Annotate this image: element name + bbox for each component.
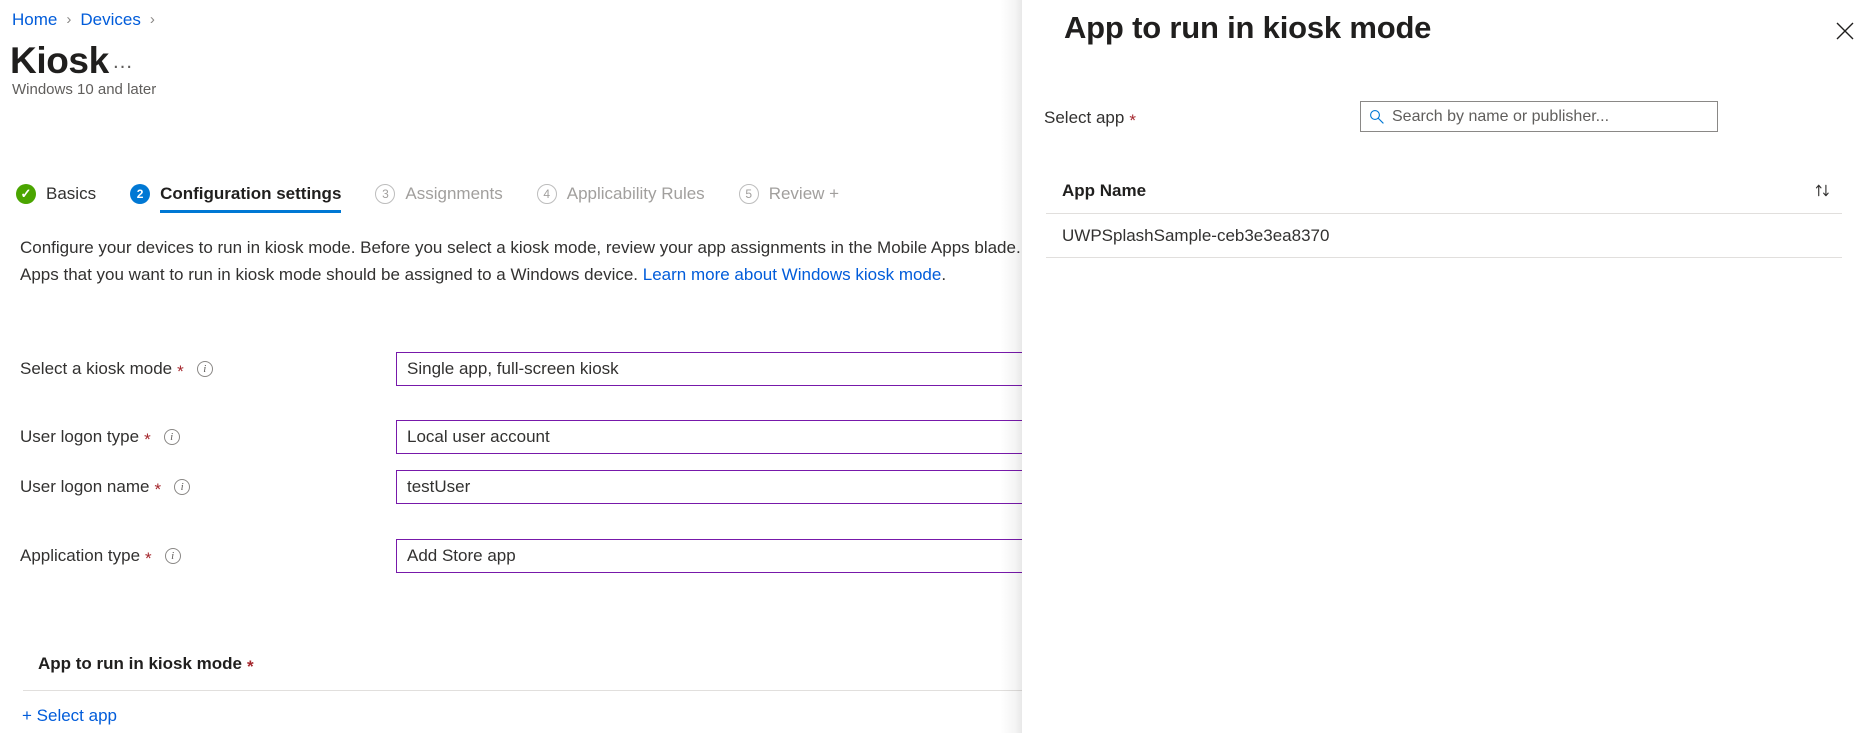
panel-select-app-label: Select app * xyxy=(1044,106,1136,130)
field-label-user-logon-name: User logon name * i xyxy=(20,470,190,504)
tab-assignments[interactable]: 3 Assignments xyxy=(375,175,502,213)
breadcrumb-item-home[interactable]: Home xyxy=(12,8,57,32)
tab-assignments-label: Assignments xyxy=(405,183,502,205)
panel-title: App to run in kiosk mode xyxy=(1064,8,1431,48)
panel-select-app-label-text: Select app xyxy=(1044,106,1124,130)
step-number-badge: 4 xyxy=(537,184,557,204)
search-input[interactable] xyxy=(1392,106,1709,128)
table-header-row: App Name xyxy=(1046,168,1842,214)
dropdown-kiosk-mode[interactable]: Single app, full-screen kiosk xyxy=(396,352,1096,386)
step-complete-icon: ✓ xyxy=(16,184,36,204)
sort-arrows-icon[interactable] xyxy=(1807,176,1837,206)
tab-configuration-settings-label: Configuration settings xyxy=(160,183,341,205)
info-icon[interactable]: i xyxy=(165,548,181,564)
search-box[interactable] xyxy=(1360,101,1718,132)
info-icon[interactable]: i xyxy=(197,361,213,377)
breadcrumb-separator-icon: › xyxy=(150,8,155,32)
app-section-header-text: App to run in kiosk mode xyxy=(38,652,242,676)
cell-app-name: UWPSplashSample-ceb3e3ea8370 xyxy=(1062,225,1329,247)
step-number-badge: 2 xyxy=(130,184,150,204)
tab-configuration-settings[interactable]: 2 Configuration settings xyxy=(130,175,341,213)
field-label-kiosk-mode: Select a kiosk mode * i xyxy=(20,352,213,386)
field-label-user-logon-type: User logon type * i xyxy=(20,420,180,454)
select-app-panel: App to run in kiosk mode Select app * Ap… xyxy=(1022,0,1866,733)
more-options-button[interactable]: … xyxy=(112,50,135,74)
app-list-table: App Name UWPSplashSample-ceb3e3ea8370 xyxy=(1046,168,1842,258)
breadcrumb-separator-icon: › xyxy=(66,8,71,32)
field-label-text: Select a kiosk mode xyxy=(20,357,172,381)
field-label-application-type: Application type * i xyxy=(20,539,181,573)
field-label-text: User logon name xyxy=(20,475,149,499)
required-marker: * xyxy=(1129,112,1136,129)
dropdown-application-type-value: Add Store app xyxy=(407,546,516,566)
dropdown-kiosk-mode-value: Single app, full-screen kiosk xyxy=(407,359,619,379)
breadcrumb: Home › Devices › xyxy=(12,8,164,32)
tab-review-create[interactable]: 5 Review + xyxy=(739,175,839,213)
dropdown-user-logon-type-value: Local user account xyxy=(407,427,550,447)
tab-basics-label: Basics xyxy=(46,183,96,205)
tab-applicability-rules[interactable]: 4 Applicability Rules xyxy=(537,175,705,213)
info-icon[interactable]: i xyxy=(164,429,180,445)
active-tab-underline xyxy=(160,210,341,213)
field-label-text: User logon type xyxy=(20,425,139,449)
column-header-app-name[interactable]: App Name xyxy=(1062,180,1146,202)
page-title: Kiosk xyxy=(10,38,109,84)
field-label-text: Application type xyxy=(20,544,140,568)
search-icon xyxy=(1369,109,1384,124)
learn-more-link[interactable]: Learn more about Windows kiosk mode xyxy=(643,265,942,284)
input-user-logon-name[interactable]: testUser xyxy=(396,470,1096,504)
required-marker: * xyxy=(144,431,151,448)
required-marker: * xyxy=(247,658,254,675)
tab-applicability-rules-label: Applicability Rules xyxy=(567,183,705,205)
dropdown-user-logon-type[interactable]: Local user account xyxy=(396,420,1096,454)
required-marker: * xyxy=(177,363,184,380)
dropdown-application-type[interactable]: Add Store app xyxy=(396,539,1096,573)
description-text-end: . xyxy=(941,265,946,284)
table-row[interactable]: UWPSplashSample-ceb3e3ea8370 xyxy=(1046,214,1842,258)
divider xyxy=(23,690,1033,691)
required-marker: * xyxy=(145,550,152,567)
input-user-logon-name-value: testUser xyxy=(407,477,470,497)
page-subtitle: Windows 10 and later xyxy=(12,80,156,100)
app-section-header: App to run in kiosk mode * xyxy=(38,652,254,676)
step-number-badge: 5 xyxy=(739,184,759,204)
wizard-step-tabs: ✓ Basics 2 Configuration settings 3 Assi… xyxy=(16,175,873,217)
step-number-badge: 3 xyxy=(375,184,395,204)
breadcrumb-item-devices[interactable]: Devices xyxy=(80,8,140,32)
tab-basics[interactable]: ✓ Basics xyxy=(16,175,96,213)
close-icon[interactable] xyxy=(1828,14,1862,48)
info-icon[interactable]: i xyxy=(174,479,190,495)
page-description: Configure your devices to run in kiosk m… xyxy=(20,234,1030,288)
select-app-link[interactable]: + Select app xyxy=(22,704,117,728)
required-marker: * xyxy=(154,481,161,498)
tab-review-create-label: Review + xyxy=(769,183,839,205)
